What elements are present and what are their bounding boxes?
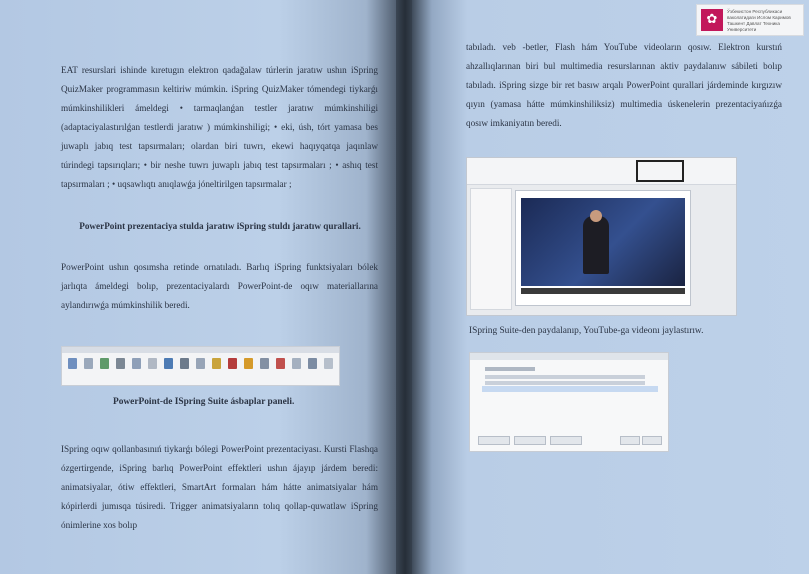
university-logo-badge: ✿ Ўзбекистон Республикаси ваколатидаги И… — [696, 4, 804, 36]
toolbar-icon — [116, 358, 125, 369]
dialog-button — [550, 436, 582, 445]
toolbar-icon — [68, 358, 77, 369]
toolbar-icon — [164, 358, 173, 369]
toolbar-icon — [100, 358, 109, 369]
toolbar-icon — [308, 358, 317, 369]
toolbar-icon — [132, 358, 141, 369]
section-heading: PowerPoint prezentaciya stulda jaratıw i… — [79, 221, 361, 231]
toolbar-icon — [148, 358, 157, 369]
dialog-row — [485, 367, 535, 371]
video-control-bar — [521, 288, 685, 294]
video-presenter-face — [590, 210, 602, 222]
left-page: EAT resurslari ishinde kıretugın elektro… — [0, 0, 398, 574]
dialog-button — [620, 436, 640, 445]
toolbar-icon — [276, 358, 285, 369]
resource-dialog-screenshot — [469, 352, 669, 452]
youtube-caption: ISpring Suite-den paydalanıp, YouTube-ga… — [469, 326, 704, 336]
powerpoint-ribbon — [467, 158, 736, 185]
youtube-insert-screenshot — [466, 157, 737, 316]
left-paragraph-3: ISpring oqıw qollanbasınıń tiykarǵı bóle… — [61, 444, 378, 530]
dialog-row — [485, 381, 645, 385]
dialog-selected-row — [482, 386, 658, 392]
embedded-video — [521, 198, 685, 286]
toolbar-icon — [84, 358, 93, 369]
toolbar-icon — [212, 358, 221, 369]
dialog-button — [478, 436, 510, 445]
book-spread: EAT resurslari ishinde kıretugın elektro… — [0, 0, 809, 574]
toolbar-icon — [260, 358, 269, 369]
left-paragraph-1: EAT resurslari ishinde kıretugın elektro… — [61, 65, 378, 189]
dialog-title-bar — [470, 353, 668, 360]
slide-canvas — [515, 190, 691, 306]
toolbar-title-bar — [62, 347, 339, 353]
toolbar-icon — [228, 358, 237, 369]
flower-logo-icon: ✿ — [701, 9, 723, 31]
highlighted-youtube-button — [636, 160, 684, 182]
video-presenter — [583, 216, 609, 274]
slide-thumbnails — [470, 188, 512, 310]
dialog-row — [485, 375, 645, 379]
toolbar-icon — [180, 358, 189, 369]
toolbar-icon — [244, 358, 253, 369]
toolbar-caption: PowerPoint-de ISpring Suite ásbaplar pan… — [113, 397, 295, 407]
toolbar-icon — [196, 358, 205, 369]
right-paragraph-1: tabıladı. veb -betler, Flash hám YouTube… — [466, 42, 782, 128]
dialog-button — [642, 436, 662, 445]
left-paragraph-2: PowerPoint ushın qosımsha retinde ornatı… — [61, 262, 378, 310]
badge-text: Ўзбекистон Республикаси ваколатидаги Исл… — [727, 9, 791, 32]
toolbar-icon — [292, 358, 301, 369]
toolbar-icon — [324, 358, 333, 369]
ispring-toolbar-screenshot — [61, 346, 340, 386]
dialog-button — [514, 436, 546, 445]
